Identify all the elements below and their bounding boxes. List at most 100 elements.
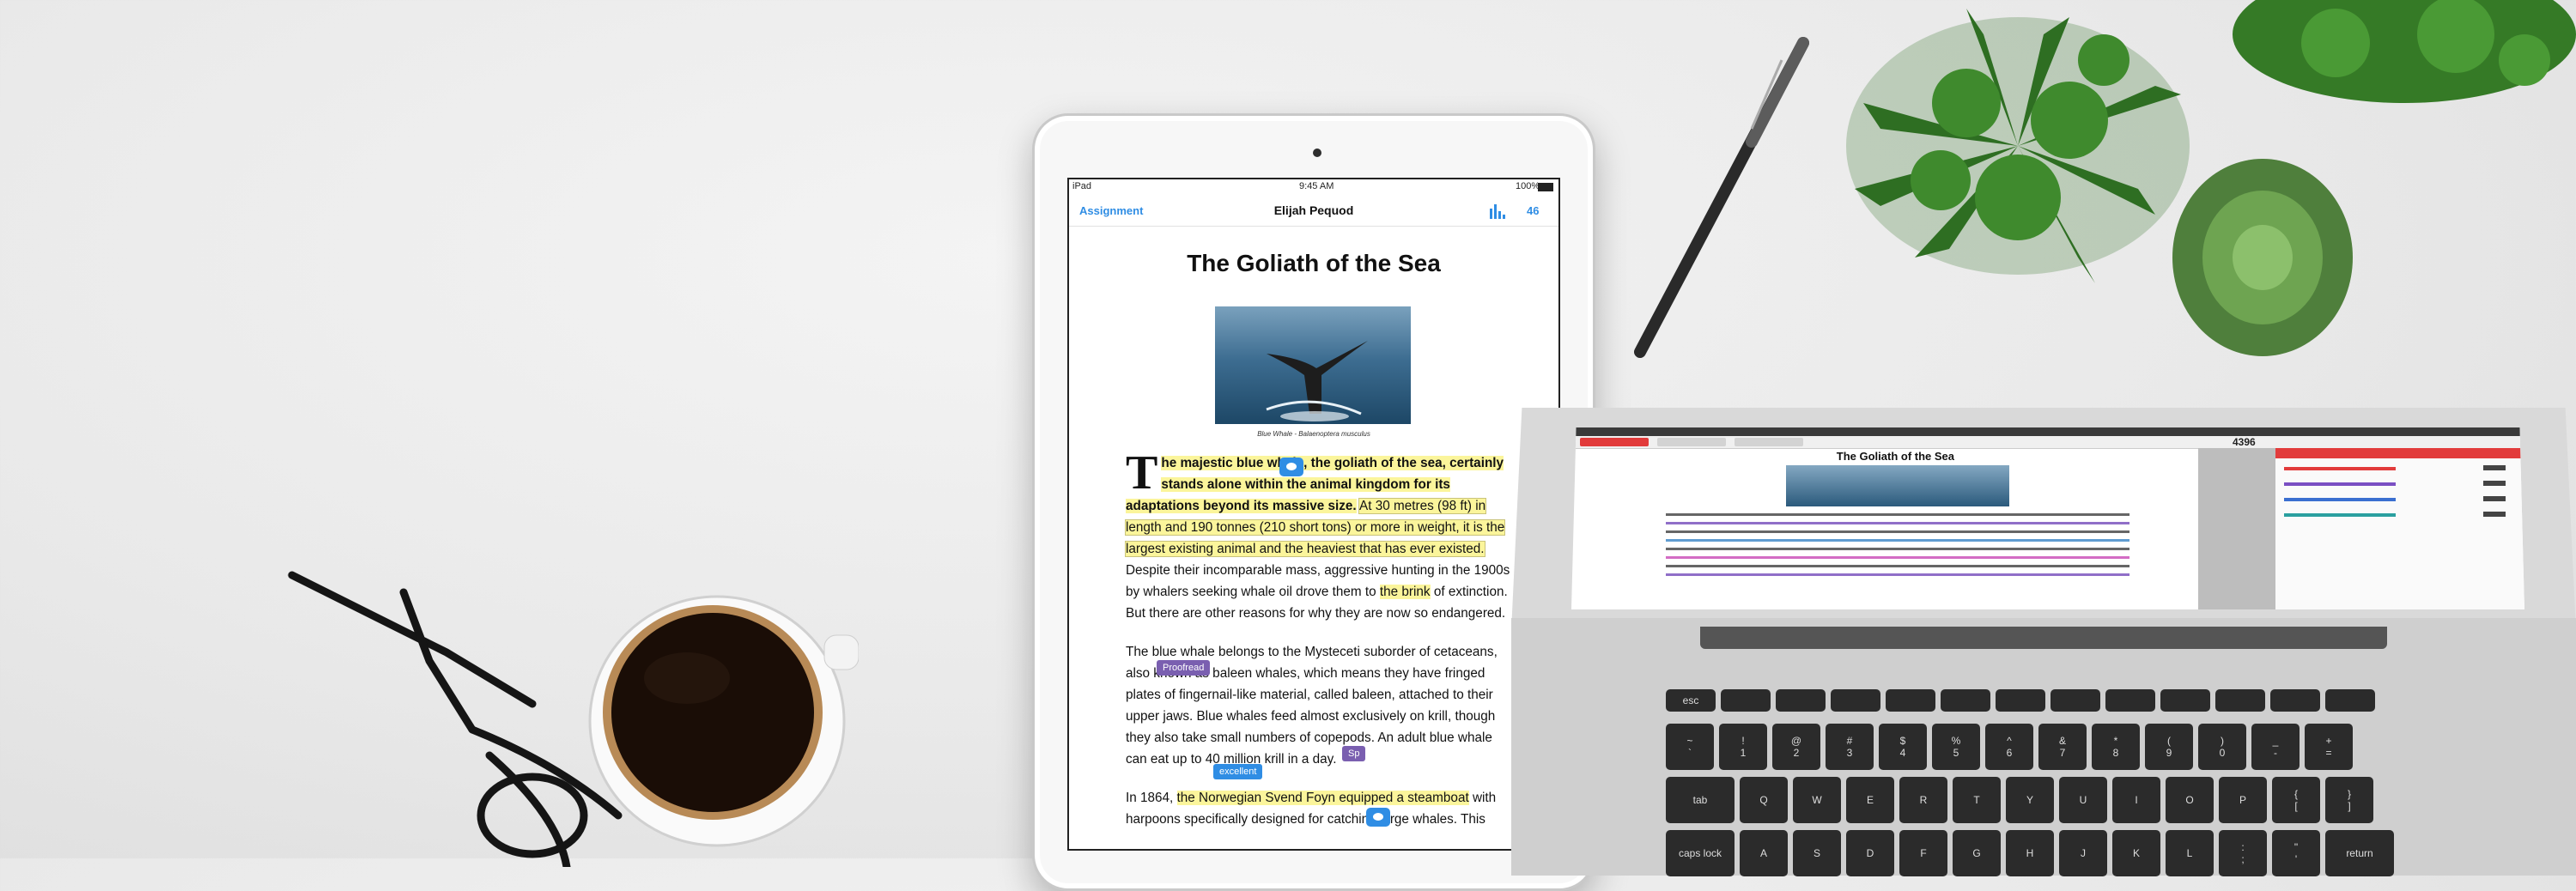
key-row2-2[interactable]: @ 2: [1772, 724, 1820, 770]
highlight-norwegian[interactable]: the Norwegian Svend Foyn equipped a stea…: [1176, 791, 1469, 805]
key-row1-9[interactable]: [2160, 689, 2210, 712]
mac-match-percent: [2483, 465, 2506, 470]
mac-tab-gradebook[interactable]: [1657, 438, 1726, 446]
mac-match-row[interactable]: [2284, 498, 2396, 501]
mac-match-row[interactable]: [2284, 482, 2396, 486]
key-row4-2[interactable]: S: [1793, 830, 1841, 876]
key-row2-9[interactable]: ( 9: [2145, 724, 2193, 770]
student-name: Elijah Pequod: [1273, 203, 1354, 217]
key-row3-8[interactable]: I: [2112, 777, 2160, 823]
nav-bar: Assignment Elijah Pequod 46: [1069, 197, 1558, 227]
macbook-keyboard: esc ~ `! 1 @ 2 # 3 $ 4% 5 ^ 6 & 7 * 8( 9) 0 _ - +…: [1666, 682, 2421, 876]
camera-icon: [1313, 148, 1321, 157]
mac-match-row[interactable]: [2284, 467, 2396, 470]
key-row1-7[interactable]: [2050, 689, 2100, 712]
key-row2-5[interactable]: % 5: [1932, 724, 1980, 770]
key-row3-6[interactable]: Y: [2006, 777, 2054, 823]
comment-bubble-icon-2[interactable]: [1366, 808, 1390, 827]
key-row4-7[interactable]: J: [2059, 830, 2107, 876]
mac-toolbar: 4396: [1571, 436, 2524, 449]
mac-text-line: [1666, 565, 2129, 567]
mac-tab-feedback[interactable]: [1735, 438, 1803, 446]
mac-text-line: [1666, 530, 2129, 533]
mac-text-line: [1666, 556, 2129, 559]
mac-match-overview: [2275, 448, 2524, 609]
key-row3-7[interactable]: U: [2059, 777, 2107, 823]
key-row1-5[interactable]: [1941, 689, 1990, 712]
key-row4-8[interactable]: K: [2112, 830, 2160, 876]
eyeglasses-decoration: [288, 571, 623, 867]
bar-chart-icon[interactable]: [1488, 203, 1507, 219]
excellent-tag[interactable]: excellent: [1213, 764, 1263, 779]
key-row2-6[interactable]: ^ 6: [1985, 724, 2033, 770]
key-row1-4[interactable]: [1886, 689, 1935, 712]
mac-match-header: [2275, 448, 2524, 458]
key-row4-11[interactable]: " ': [2272, 830, 2320, 876]
ipad-device: iPad 9:45 AM 100% Assignment Elijah Pequ…: [1032, 113, 1595, 891]
key-row3-1[interactable]: Q: [1740, 777, 1788, 823]
key-row3-10[interactable]: P: [2219, 777, 2267, 823]
key-row4-0[interactable]: caps lock: [1666, 830, 1735, 876]
key-row3-4[interactable]: R: [1899, 777, 1947, 823]
key-row3-11[interactable]: { [: [2272, 777, 2320, 823]
whale-tail-icon: [1266, 341, 1368, 421]
image-caption: Blue Whale - Balaenoptera musculus: [1257, 430, 1370, 438]
mac-menu-bar: [1571, 427, 2524, 436]
key-row4-12[interactable]: return: [2325, 830, 2394, 876]
key-row4-6[interactable]: H: [2006, 830, 2054, 876]
key-row1-3[interactable]: [1831, 689, 1880, 712]
mac-text-line: [1666, 513, 2129, 516]
key-row2-7[interactable]: & 7: [2038, 724, 2087, 770]
plant-decoration: [1846, 9, 2190, 283]
key-row3-5[interactable]: T: [1953, 777, 2001, 823]
key-row1-8[interactable]: [2105, 689, 2155, 712]
key-row2-12[interactable]: + =: [2305, 724, 2353, 770]
key-row1-10[interactable]: [2215, 689, 2265, 712]
key-row2-8[interactable]: * 8: [2092, 724, 2140, 770]
mac-match-percent: [2483, 481, 2506, 486]
battery-label: 100%: [1516, 181, 1540, 191]
key-row1-0[interactable]: esc: [1666, 689, 1716, 712]
status-time: 9:45 AM: [1299, 181, 1334, 191]
key-row4-5[interactable]: G: [1953, 830, 2001, 876]
drop-cap: T: [1126, 446, 1158, 500]
spelling-tag[interactable]: Sp: [1342, 746, 1366, 761]
key-row3-3[interactable]: E: [1846, 777, 1894, 823]
mac-text-line: [1666, 548, 2129, 550]
key-row3-9[interactable]: O: [2166, 777, 2214, 823]
key-row3-2[interactable]: W: [1793, 777, 1841, 823]
key-row2-4[interactable]: $ 4: [1879, 724, 1927, 770]
key-row4-1[interactable]: A: [1740, 830, 1788, 876]
paragraph-3: In 1864, the Norwegian Svend Foyn equipp…: [1126, 787, 1512, 830]
key-row1-6[interactable]: [1996, 689, 2045, 712]
key-row2-10[interactable]: ) 0: [2198, 724, 2246, 770]
essay-body: The majestic blue whale, the goliath of …: [1124, 446, 1512, 847]
key-row4-10[interactable]: : ;: [2219, 830, 2267, 876]
coffee-cup-decoration: [588, 595, 859, 847]
mac-score: 4396: [2233, 436, 2256, 448]
mac-tab-originality[interactable]: [1580, 438, 1649, 446]
mac-match-percent: [2483, 496, 2506, 501]
key-row2-11[interactable]: _ -: [2251, 724, 2300, 770]
key-row4-3[interactable]: D: [1846, 830, 1894, 876]
document-title: The Goliath of the Sea: [1187, 250, 1441, 276]
key-row4-9[interactable]: L: [2166, 830, 2214, 876]
key-row2-1[interactable]: ! 1: [1719, 724, 1767, 770]
key-row2-0[interactable]: ~ `: [1666, 724, 1714, 770]
mac-document-title: The Goliath of the Sea: [1836, 450, 1955, 463]
key-row1-12[interactable]: [2325, 689, 2375, 712]
key-row2-3[interactable]: # 3: [1826, 724, 1874, 770]
highlight-the-brink[interactable]: the brink: [1379, 585, 1431, 599]
key-row3-0[interactable]: tab: [1666, 777, 1735, 823]
key-row1-11[interactable]: [2270, 689, 2320, 712]
score-count[interactable]: 46: [1527, 204, 1539, 217]
proofread-tag[interactable]: Proofread: [1157, 660, 1211, 676]
key-row4-4[interactable]: F: [1899, 830, 1947, 876]
key-row1-1[interactable]: [1721, 689, 1771, 712]
key-row3-12[interactable]: } ]: [2325, 777, 2373, 823]
mac-match-row[interactable]: [2284, 513, 2396, 517]
mac-text-line: [1666, 522, 2129, 524]
comment-bubble-icon[interactable]: [1279, 458, 1303, 476]
plant-top-right-decoration: [2233, 0, 2576, 103]
key-row1-2[interactable]: [1776, 689, 1826, 712]
